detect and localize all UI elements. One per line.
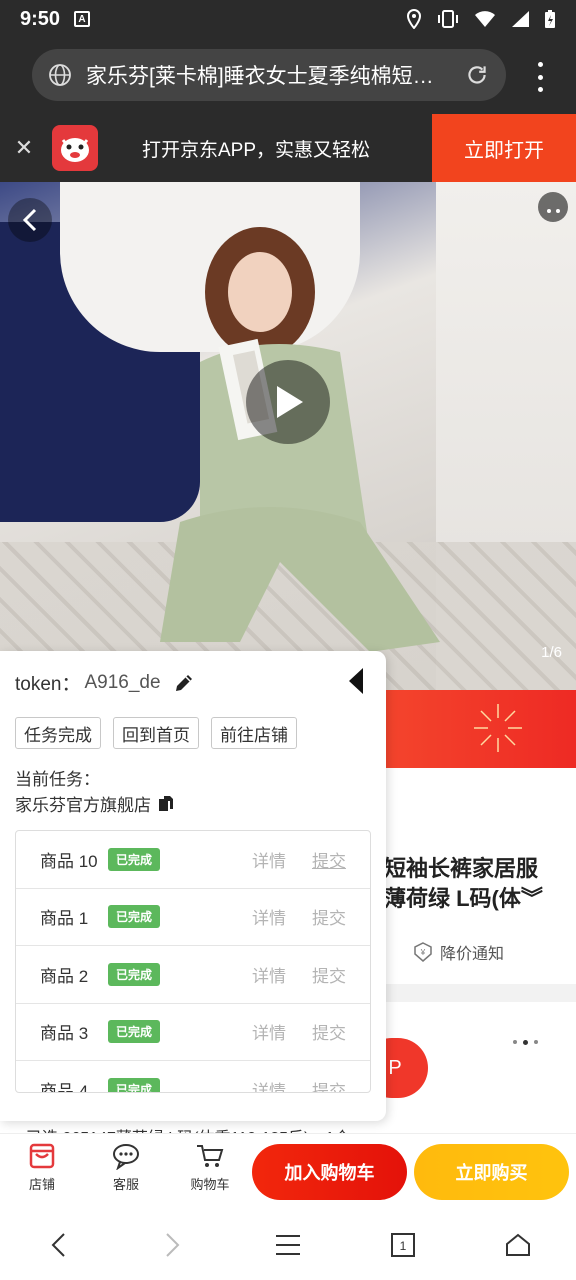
task-list[interactable]: 商品 10 已完成 详情 提交 商品 1 已完成 详情 提交 商品 2 已完成 … [15, 830, 371, 1093]
task-name: 商品 1 [40, 909, 89, 929]
task-name: 商品 2 [40, 966, 89, 986]
table-row: 商品 4 已完成 详情 提交 [16, 1061, 370, 1093]
more-vert-icon[interactable] [536, 62, 544, 92]
app-banner: ✕ 打开京东APP，实惠又轻松 立即打开 [0, 114, 576, 182]
store-label: 店铺 [28, 1177, 55, 1192]
copy-icon[interactable] [157, 795, 175, 813]
status-time: 9:50 [20, 7, 61, 30]
status-badge: 已完成 [108, 1020, 161, 1044]
location-icon [406, 9, 422, 29]
token-value: A916_de [84, 671, 161, 693]
wifi-icon [475, 11, 495, 27]
service-label: 客服 [112, 1177, 139, 1192]
submit-link[interactable]: 提交 [312, 847, 346, 872]
browser-toolbar: 家乐芬[莱卡棉]睡衣女士夏季纯棉短袖长裤家居服套装 [0, 38, 576, 114]
token-label: token： [15, 674, 81, 695]
browser-nav-bar: 1 [0, 1209, 576, 1280]
menu-icon[interactable] [268, 1225, 308, 1265]
play-video-button[interactable] [246, 360, 330, 444]
product-title[interactable]: 短袖长裤家居服 薄荷绿 L码(体︾ [384, 854, 564, 914]
open-app-button[interactable]: 立即打开 [432, 114, 576, 182]
banner-text: 打开京东APP，实惠又轻松 [142, 139, 371, 161]
vibrate-icon [438, 10, 458, 28]
go-to-store-button[interactable]: 前往店铺 [211, 717, 297, 749]
customer-service-button[interactable]: 客服 [96, 1142, 156, 1193]
table-row: 商品 2 已完成 详情 提交 [16, 946, 370, 1004]
price-notice-label: 降价通知 [440, 946, 505, 963]
cart-icon [197, 1145, 224, 1167]
table-row: 商品 10 已完成 详情 提交 [16, 831, 370, 889]
detail-link[interactable]: 详情 [252, 847, 286, 872]
back-home-button[interactable]: 回到首页 [113, 717, 199, 749]
close-icon[interactable]: ✕ [0, 135, 48, 161]
current-task-text: 家乐芬官方旗舰店 [15, 796, 151, 815]
detail-link[interactable]: 详情 [252, 1019, 286, 1044]
home-icon[interactable] [498, 1225, 538, 1265]
back-icon[interactable] [38, 1225, 78, 1265]
product-title-line2: 薄荷绿 L码(体︾ [384, 886, 543, 911]
svg-text:¥: ¥ [420, 948, 426, 957]
signal-icon [512, 11, 529, 27]
add-to-cart-button[interactable]: 加入购物车 [252, 1144, 407, 1200]
firework-icon [474, 704, 522, 752]
notification-icon: A [74, 11, 91, 27]
task-complete-button[interactable]: 任务完成 [15, 717, 101, 749]
status-badge: 已完成 [108, 962, 161, 986]
reload-icon[interactable] [464, 62, 490, 88]
jd-logo [52, 125, 98, 171]
table-row: 商品 1 已完成 详情 提交 [16, 889, 370, 946]
status-badge: 已完成 [108, 847, 161, 871]
submit-link[interactable]: 提交 [312, 1019, 346, 1044]
back-button[interactable] [8, 198, 52, 242]
submit-link[interactable]: 提交 [312, 962, 346, 987]
image-counter: 1/6 [541, 644, 562, 661]
battery-icon [545, 10, 555, 28]
submit-link[interactable]: 提交 [312, 1077, 346, 1092]
chat-icon [113, 1144, 139, 1170]
status-bar: 9:50 A [0, 0, 576, 38]
store-button[interactable]: 店铺 [12, 1142, 72, 1193]
token-row: token： A916_de [15, 669, 195, 696]
status-badge: 已完成 [108, 905, 161, 929]
submit-link[interactable]: 提交 [312, 904, 346, 929]
bottom-action-bar: 店铺 客服 购物车 加入购物车 立即购买 [0, 1133, 576, 1209]
globe-icon [49, 64, 71, 86]
detail-link[interactable]: 详情 [252, 962, 286, 987]
detail-link[interactable]: 详情 [252, 1077, 286, 1092]
table-row: 商品 3 已完成 详情 提交 [16, 1004, 370, 1061]
product-image[interactable]: 1/6 [0, 182, 576, 690]
task-name: 商品 10 [40, 851, 98, 871]
detail-link[interactable]: 详情 [252, 904, 286, 929]
task-name: 商品 4 [40, 1081, 89, 1093]
task-panel: token： A916_de 任务完成 回到首页 前往店铺 当前任务： 家乐芬官… [0, 651, 386, 1121]
cart-button[interactable]: 购物车 [180, 1142, 240, 1193]
carousel-dots [513, 1040, 538, 1045]
product-title-line1: 短袖长裤家居服 [384, 856, 539, 881]
collapse-arrow-icon[interactable] [348, 667, 364, 695]
current-task-label: 当前任务： [15, 770, 100, 789]
more-options-button[interactable] [538, 192, 568, 222]
edit-icon[interactable] [173, 672, 195, 694]
cart-label: 购物车 [190, 1177, 230, 1192]
status-badge: 已完成 [108, 1077, 161, 1092]
current-task-value: 家乐芬官方旗舰店 [15, 791, 175, 816]
buy-now-button[interactable]: 立即购买 [414, 1144, 569, 1200]
forward-icon[interactable] [153, 1225, 193, 1265]
tabs-icon[interactable]: 1 [383, 1225, 423, 1265]
price-notice-button[interactable]: ¥ 降价通知 [412, 940, 504, 964]
address-bar[interactable]: 家乐芬[莱卡棉]睡衣女士夏季纯棉短袖长裤家居服套装 [32, 49, 506, 101]
store-icon [29, 1143, 55, 1169]
price-tag-icon: ¥ [414, 942, 432, 962]
task-name: 商品 3 [40, 1024, 89, 1044]
page-title-url[interactable]: 家乐芬[莱卡棉]睡衣女士夏季纯棉短袖长裤家居服套装 [86, 60, 454, 90]
svg-text:1: 1 [400, 1239, 407, 1253]
